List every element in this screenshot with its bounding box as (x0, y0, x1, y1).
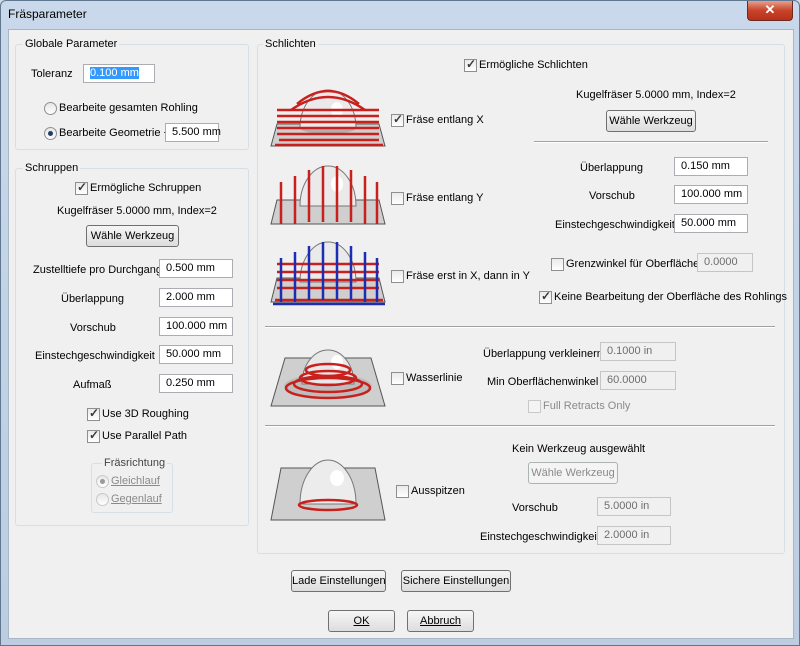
along-y-label: Fräse entlang Y (406, 192, 484, 204)
radio-whole-stock-label: Bearbeite gesamten Rohling (59, 102, 198, 114)
finishing-feed-label: Vorschub (589, 190, 635, 202)
finishing-overlap-field[interactable]: 0.150 mm (674, 157, 748, 176)
raster-x-illustration (270, 89, 386, 147)
finishing-separator-mid (265, 326, 775, 328)
direction-label: Fräsrichtung (102, 457, 168, 469)
pencil-choose-tool-button[interactable]: Wähle Werkzeug (528, 462, 618, 484)
along-x-checkbox[interactable] (391, 112, 404, 127)
save-settings-button[interactable]: Sichere Einstellungen (401, 570, 511, 592)
finishing-choose-tool-button[interactable]: Wähle Werkzeug (606, 110, 696, 132)
use-parallel-path-label: Use Parallel Path (102, 430, 187, 442)
pencil-illustration (270, 459, 386, 521)
roughing-label: Schruppen (23, 162, 81, 174)
roughing-stepdown-label: Zustelltiefe pro Durchgang (33, 264, 163, 276)
waterline-label: Wasserlinie (406, 372, 463, 384)
raster-xy-illustration (270, 241, 386, 306)
waterline-illustration (270, 349, 386, 407)
radio-conventional[interactable] (96, 493, 109, 506)
full-retracts-label: Full Retracts Only (543, 400, 631, 412)
enable-roughing-checkbox[interactable] (75, 180, 88, 195)
radio-geometry[interactable] (44, 127, 57, 140)
enable-roughing-label: Ermögliche Schruppen (90, 182, 202, 194)
no-stock-surface-label: Keine Bearbeitung der Oberfläche des Roh… (554, 291, 787, 303)
radio-geometry-label: Bearbeite Geometrie + (59, 127, 170, 139)
pencil-plunge-label: Einstechgeschwindigkeit (480, 531, 600, 543)
pencil-plunge-field[interactable]: 2.0000 in (597, 526, 671, 545)
finishing-feed-field[interactable]: 100.000 mm (674, 185, 748, 204)
enable-finishing-checkbox[interactable] (464, 57, 477, 72)
radio-climb[interactable] (96, 475, 109, 488)
roughing-overlap-label: Überlappung (61, 293, 124, 305)
overlap-reduce-field[interactable]: 0.1000 in (600, 342, 676, 361)
finishing-separator-top (534, 141, 768, 143)
full-retracts-checkbox[interactable] (528, 400, 541, 413)
pencil-checkbox[interactable] (396, 485, 409, 498)
window-title: Fräsparameter (8, 7, 87, 21)
roughing-feed-field[interactable]: 100.000 mm (159, 317, 233, 336)
geometry-offset-field[interactable]: 5.500 mm (165, 123, 221, 142)
dialog-window: Fräsparameter ✕ Globale Parameter Tolera… (0, 0, 800, 646)
x-then-y-label: Fräse erst in X, dann in Y (406, 270, 530, 282)
x-then-y-checkbox[interactable] (391, 270, 404, 283)
along-x-label: Fräse entlang X (406, 114, 484, 126)
waterline-checkbox[interactable] (391, 372, 404, 385)
roughing-overlap-field[interactable]: 2.000 mm (159, 288, 233, 307)
overlap-reduce-label: Überlappung verkleinern (483, 348, 603, 360)
load-settings-button[interactable]: Lade Einstellungen (291, 570, 386, 592)
close-icon: ✕ (764, 2, 776, 17)
finishing-separator-bottom (265, 425, 775, 427)
min-angle-label: Min Oberflächenwinkel (487, 376, 599, 388)
ok-button[interactable]: OK (328, 610, 395, 632)
roughing-tool-info: Kugelfräser 5.0000 mm, Index=2 (57, 205, 217, 217)
roughing-allowance-label: Aufmaß (73, 379, 112, 391)
use-parallel-path-checkbox[interactable] (87, 428, 100, 443)
limit-angle-field[interactable]: 0.0000 (697, 253, 753, 272)
roughing-plunge-field[interactable]: 50.000 mm (159, 345, 233, 364)
pencil-feed-field[interactable]: 5.0000 in (597, 497, 671, 516)
finishing-label: Schlichten (263, 38, 318, 50)
roughing-feed-label: Vorschub (70, 322, 116, 334)
radio-conventional-label: Gegenlauf (111, 493, 162, 505)
roughing-choose-tool-button[interactable]: Wähle Werkzeug (86, 225, 179, 247)
finishing-plunge-label: Einstechgeschwindigkeit (555, 219, 675, 231)
global-params-label: Globale Parameter (23, 38, 120, 50)
limit-angle-label: Grenzwinkel für Oberfläche (566, 258, 700, 270)
close-button[interactable]: ✕ (747, 1, 793, 21)
roughing-plunge-label: Einstechgeschwindigkeit (35, 350, 155, 362)
no-stock-surface-checkbox[interactable] (539, 289, 552, 304)
pencil-label: Ausspitzen (411, 485, 465, 497)
use-3d-roughing-checkbox[interactable] (87, 406, 100, 421)
finishing-tool-info: Kugelfräser 5.0000 mm, Index=2 (576, 89, 736, 101)
tolerance-field[interactable]: 0.100 mm (83, 64, 155, 83)
pencil-feed-label: Vorschub (512, 502, 558, 514)
no-tool-label: Kein Werkzeug ausgewählt (512, 443, 646, 455)
min-angle-field[interactable]: 60.0000 (600, 371, 676, 390)
roughing-allowance-field[interactable]: 0.250 mm (159, 374, 233, 393)
radio-whole-stock[interactable] (44, 102, 57, 115)
dialog-body: Globale Parameter Toleranz 0.100 mm Bear… (8, 29, 794, 639)
raster-y-illustration (270, 165, 386, 225)
along-y-checkbox[interactable] (391, 192, 404, 205)
use-3d-roughing-label: Use 3D Roughing (102, 408, 189, 420)
finishing-plunge-field[interactable]: 50.000 mm (674, 214, 748, 233)
enable-finishing-label: Ermögliche Schlichten (479, 59, 588, 71)
radio-climb-label: Gleichlauf (111, 475, 160, 487)
roughing-stepdown-field[interactable]: 0.500 mm (159, 259, 233, 278)
finishing-overlap-label: Überlappung (580, 162, 643, 174)
cancel-button[interactable]: Abbruch (407, 610, 474, 632)
tolerance-label: Toleranz (31, 68, 73, 80)
limit-angle-checkbox[interactable] (551, 258, 564, 271)
